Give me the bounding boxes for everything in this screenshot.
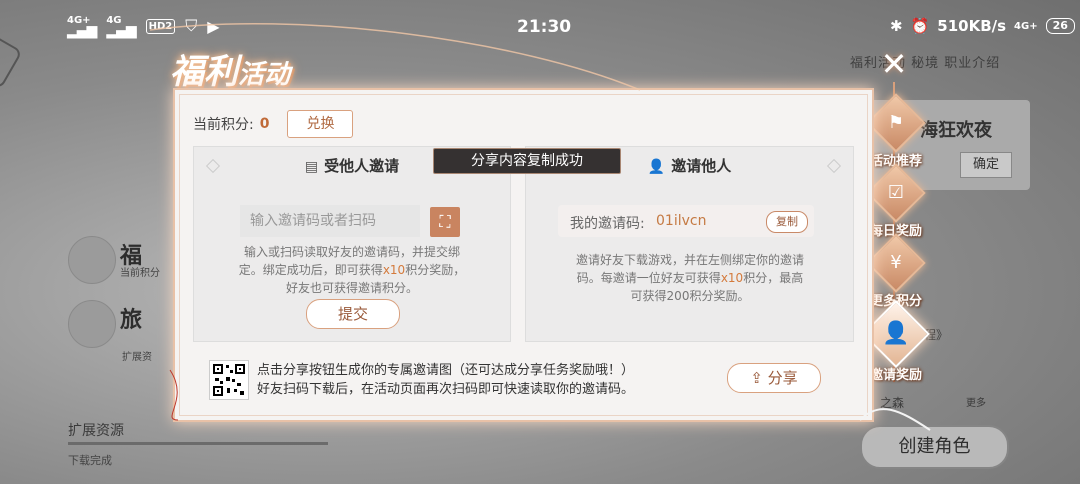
bg-item-welfare: 福 当前积分: [68, 236, 168, 286]
money-bag-icon: ¥: [890, 252, 902, 273]
invite-others-card: 👤 邀请他人 我的邀请码: 01ilvcn 复制 邀请好友下载游戏，并在左侧绑定你…: [525, 146, 854, 342]
invite-code-value: 01ilvcn: [656, 213, 707, 229]
clock: 21:30: [517, 17, 572, 37]
media-icon: ▶: [207, 16, 220, 36]
bg-item-travel: 旅 扩展资: [68, 300, 168, 363]
qr-code-icon: [209, 360, 249, 400]
copy-button[interactable]: 复制: [766, 211, 808, 233]
diamond-ornament: [826, 158, 842, 174]
hd-voice-icon: HD2: [145, 18, 176, 34]
alarm-icon: ⏰: [910, 17, 930, 35]
close-icon[interactable]: ✕: [878, 48, 910, 80]
bg-progress-bar: [68, 442, 328, 445]
bg-tabs: 福利活动 秘境 职业介绍: [850, 56, 1001, 71]
reward-amount: x10: [720, 271, 744, 285]
exchange-button[interactable]: 兑换: [287, 110, 354, 138]
received-invite-card: ▤受他人邀请 ⛶ 输入或扫码读取好友的邀请码，并提交绑定。绑定成功后，即可获得x…: [193, 146, 511, 342]
backpack-icon: [68, 300, 116, 348]
calendar-icon: ☑: [887, 182, 905, 203]
invite-dialog: 当前积分: 0 兑换 ▤受他人邀请 ⛶ 输入或扫码读取好友的邀请码，并提交绑定。…: [173, 88, 874, 422]
score-label: 当前积分:: [193, 117, 254, 133]
score-row: 当前积分: 0 兑换: [193, 110, 354, 138]
invite-code-input[interactable]: [240, 205, 420, 237]
battery-icon: 26: [1045, 18, 1075, 34]
score-value: 0: [259, 116, 270, 132]
flag-icon: ⚑: [887, 112, 905, 133]
my-invite-code: 我的邀请码: 01ilvcn 复制: [558, 205, 814, 237]
shield-icon: ⛉: [185, 16, 198, 35]
signal-icon-2: 4G ▂▄▆: [106, 15, 136, 39]
reward-amount: x10: [382, 263, 406, 277]
bg-forest: 之森 更多: [880, 396, 986, 410]
net-speed: 510KB/s: [937, 17, 1007, 35]
status-bar: 4G+ ▂▄▆ 4G ▂▄▆ HD2 ⛉ ▶ 21:30 ✱ ⏰ 510KB/s 4…: [0, 0, 1080, 52]
user-add-icon: 👤: [647, 159, 666, 175]
bg-expand-resources: 扩展资源 下载完成: [68, 420, 328, 467]
network-type: 4G+: [1014, 20, 1038, 32]
copy-success-toast: 分享内容复制成功: [433, 148, 621, 174]
message-icon: ▤: [304, 159, 319, 175]
submit-button[interactable]: 提交: [306, 299, 400, 329]
share-icon: ⇪: [750, 369, 763, 387]
bg-create-role: 创建角色: [860, 425, 1009, 469]
page-title: 福利活动: [170, 52, 291, 92]
signal-icon: 4G+ ▂▄▆: [67, 15, 97, 39]
left-description: 输入或扫码读取好友的邀请码，并提交绑定。绑定成功后，即可获得x10积分奖励，好友…: [238, 245, 466, 295]
share-button[interactable]: ⇪ 分享: [727, 363, 821, 393]
user-plus-icon: 👤: [882, 321, 910, 346]
scan-icon[interactable]: ⛶: [430, 207, 460, 237]
gift-icon: [68, 236, 116, 284]
bluetooth-icon: ✱: [890, 17, 903, 35]
right-description: 邀请好友下载游戏，并在左侧绑定你的邀请码。每邀请一位好友可获得x10积分，最高可…: [575, 253, 804, 303]
share-instructions: 点击分享按钮生成你的专属邀请图（还可达成分享任务奖励哦！） 好友扫码下载后，在活…: [257, 363, 635, 397]
diamond-ornament: [205, 158, 221, 174]
